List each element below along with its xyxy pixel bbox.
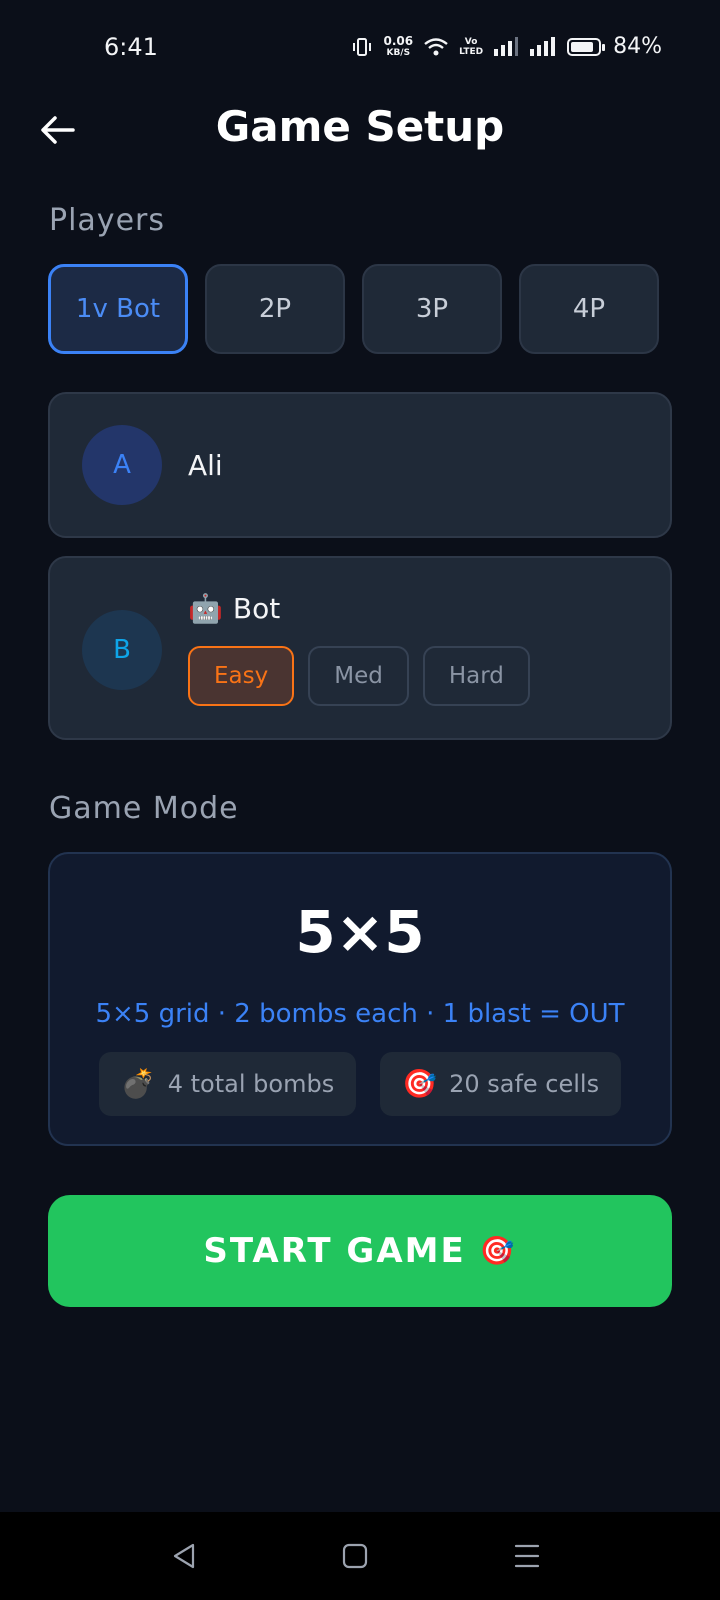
avatar: B: [82, 610, 162, 690]
game-setup-screen: 6:41 0.06 KB/S Vo LTED 84% Game Setup Pl…: [0, 0, 720, 1600]
difficulty-hard-button[interactable]: Hard: [422, 646, 530, 706]
start-game-button[interactable]: START GAME 🎯: [48, 1195, 672, 1307]
vibrate-icon: [353, 37, 372, 56]
player-name[interactable]: Ali: [188, 449, 223, 482]
difficulty-easy-button[interactable]: Easy: [188, 646, 295, 706]
player-card-a: A Ali: [48, 392, 672, 538]
battery-percent: 84%: [613, 34, 662, 59]
mode-stats: 💣 4 total bombs 🎯 20 safe cells: [50, 1052, 670, 1116]
bomb-icon: 💣: [120, 1067, 156, 1100]
status-time: 6:41: [104, 33, 158, 61]
avatar: A: [82, 425, 162, 505]
bot-name: Bot: [232, 592, 281, 625]
nav-menu-button[interactable]: [505, 1534, 549, 1578]
players-section-label: Players: [49, 203, 165, 238]
system-navigation-bar: [0, 1512, 720, 1600]
triangle-back-icon: [173, 1543, 195, 1569]
menu-icon: [514, 1544, 540, 1568]
target-icon: 🎯: [479, 1234, 517, 1267]
nav-home-button[interactable]: [333, 1534, 377, 1578]
robot-icon: 🤖: [188, 591, 223, 625]
network-speed: 0.06 KB/S: [383, 33, 414, 58]
mode-title: 5×5: [295, 898, 425, 966]
tab-1v-bot[interactable]: 1v Bot: [48, 264, 188, 354]
start-game-label: START GAME: [203, 1231, 466, 1271]
battery-level: [571, 41, 594, 52]
tab-3p[interactable]: 3P: [362, 264, 502, 354]
game-mode-card[interactable]: 5×5 5×5 grid · 2 bombs each · 1 blast = …: [48, 852, 672, 1146]
signal-icon-sim1: [494, 36, 519, 56]
volte-indicator: Vo LTED: [459, 36, 484, 57]
square-home-icon: [342, 1543, 368, 1569]
difficulty-med-button[interactable]: Med: [308, 646, 409, 706]
chip-text: 20 safe cells: [449, 1070, 600, 1098]
wifi-icon: [424, 37, 448, 55]
difficulty-selector: Easy Med Hard: [188, 646, 530, 706]
player-card-bot: B 🤖 Bot Easy Med Hard: [48, 556, 672, 740]
nav-back-button[interactable]: [162, 1534, 206, 1578]
status-bar: 6:41 0.06 KB/S Vo LTED 84%: [0, 0, 720, 95]
total-bombs-chip: 💣 4 total bombs: [98, 1052, 357, 1116]
status-icons: 0.06 KB/S Vo LTED 84%: [351, 34, 662, 59]
bot-name-row: 🤖 Bot: [188, 592, 280, 625]
battery-icon: [567, 37, 606, 56]
page-title: Game Setup: [215, 102, 505, 151]
game-mode-section-label: Game Mode: [49, 791, 239, 826]
signal-icon-sim2: [530, 36, 556, 56]
mode-description: 5×5 grid · 2 bombs each · 1 blast = OUT: [95, 999, 625, 1029]
safe-cells-chip: 🎯 20 safe cells: [380, 1052, 622, 1116]
tab-2p[interactable]: 2P: [205, 264, 345, 354]
chip-text: 4 total bombs: [167, 1070, 335, 1098]
player-count-tabs: 1v Bot 2P 3P 4P: [48, 264, 659, 354]
target-icon: 🎯: [402, 1067, 438, 1100]
tab-4p[interactable]: 4P: [519, 264, 659, 354]
